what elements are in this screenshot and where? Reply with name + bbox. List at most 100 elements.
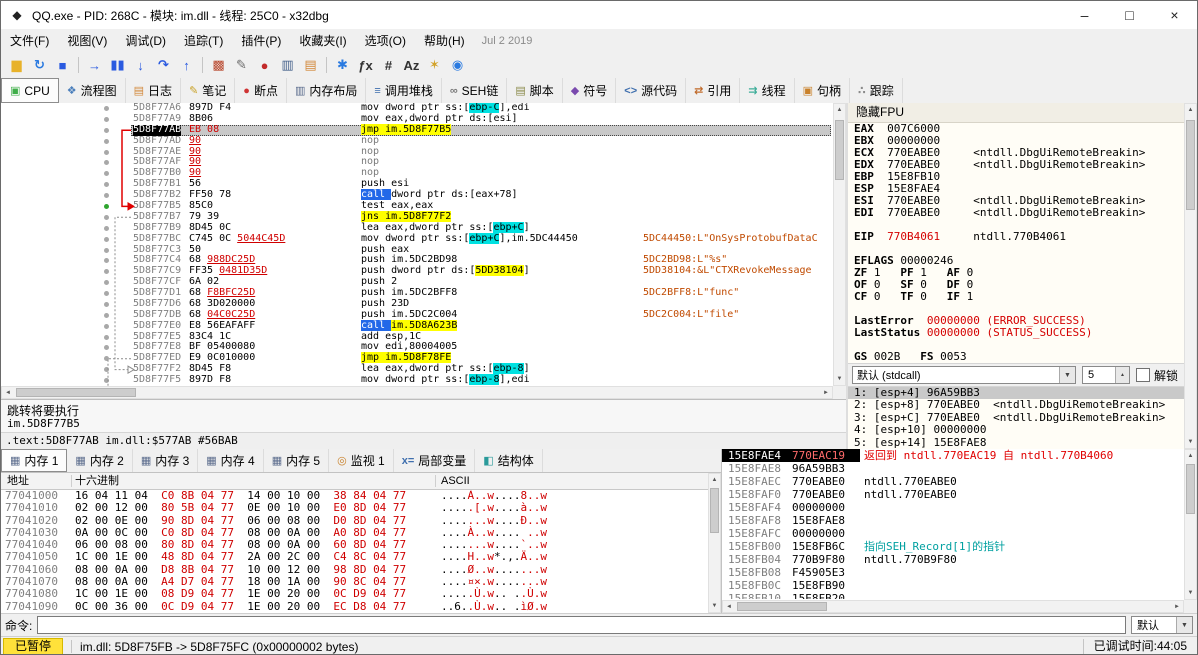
scroll-down-icon[interactable]: ▼	[1185, 587, 1196, 599]
breakpoint-dot[interactable]	[104, 160, 109, 166]
log-button[interactable]: ▤	[299, 54, 322, 76]
patches-button[interactable]: ▩	[207, 54, 230, 76]
menu-item-5[interactable]: 收藏夹(I)	[290, 32, 355, 49]
menu-item-3[interactable]: 追踪(T)	[175, 32, 232, 49]
breakpoint-dot[interactable]	[104, 269, 109, 275]
breakpoint-dot[interactable]	[104, 193, 109, 199]
disasm-row[interactable]: 5D8F77C9 FF35 0481D35D push dword ptr ds:[…	[1, 265, 833, 277]
breakpoint-dot[interactable]	[104, 312, 109, 318]
hash-button[interactable]: #	[377, 54, 400, 76]
scroll-up-icon[interactable]: ▲	[1185, 104, 1196, 116]
scroll-left-icon[interactable]: ◄	[2, 387, 14, 398]
breakpoint-dot[interactable]	[104, 182, 109, 188]
tab-handles[interactable]: ▣ 句柄	[795, 78, 851, 103]
breakpoint-dot[interactable]	[104, 356, 109, 362]
minimize-button[interactable]: –	[1062, 1, 1107, 29]
scroll-right-icon[interactable]: ►	[1171, 601, 1183, 612]
scroll-up-icon[interactable]: ▲	[1185, 450, 1196, 462]
close-button[interactable]: ×	[1152, 1, 1197, 29]
tab-seh-chain[interactable]: ∞ SEH链	[442, 78, 508, 103]
breakpoint-dot[interactable]	[104, 171, 109, 177]
run-button[interactable]: →	[83, 54, 106, 76]
calling-convention-select[interactable]: 默认 (stdcall) ▼	[852, 366, 1076, 384]
argument-row[interactable]: 2: [esp+8] 770EABE0 <ntdll.DbgUiRemoteBr…	[848, 398, 1184, 411]
comment-button[interactable]: ✎	[230, 54, 253, 76]
stack-row[interactable]: 15E8FAF8 15E8FAE8	[722, 514, 1184, 527]
breakpoint-dot[interactable]	[104, 291, 109, 297]
tab-struct[interactable]: ◧ 结构体	[475, 449, 543, 472]
breakpoint-dot[interactable]	[104, 334, 109, 340]
restart-button[interactable]: ↻	[28, 54, 51, 76]
tab-notes[interactable]: ✎ 笔记	[181, 78, 236, 103]
breakpoint-dot[interactable]	[104, 127, 109, 133]
disasm-row[interactable]: 5D8F77AF 90 nop	[1, 156, 833, 168]
step-into-button[interactable]: ↓	[129, 54, 152, 76]
scroll-thumb[interactable]	[737, 602, 827, 611]
breakpoint-dot[interactable]	[104, 203, 109, 209]
breakpoint-dot[interactable]	[104, 378, 109, 384]
disasm-row[interactable]: 5D8F77AE 90 nop	[1, 146, 833, 158]
breakpoint-button[interactable]: ●	[253, 54, 276, 76]
disasm-row[interactable]: 5D8F77F5 897D F8 mov dword ptr ss:[ebp-8],…	[1, 374, 833, 386]
stack-row[interactable]: 15E8FAF4 00000000	[722, 501, 1184, 514]
stack-row[interactable]: 15E8FAEC 770EABE0 ntdll.770EABE0	[722, 475, 1184, 488]
menu-item-2[interactable]: 调试(D)	[116, 32, 175, 49]
stop-button[interactable]: ■	[51, 54, 74, 76]
breakpoint-dot[interactable]	[104, 149, 109, 155]
tab-threads[interactable]: ⇉ 线程	[740, 78, 795, 103]
breakpoint-dot[interactable]	[104, 225, 109, 231]
breakpoint-dot[interactable]	[104, 116, 109, 122]
dump-vertical-scrollbar[interactable]: ▲ ▼	[708, 473, 721, 613]
tab-log[interactable]: ▤ 日志	[126, 78, 182, 103]
argument-row[interactable]: 5: [esp+14] 15E8FAE8	[848, 436, 1184, 449]
stack-row[interactable]: 15E8FAFC 00000000	[722, 527, 1184, 540]
stepper-up-icon[interactable]: ▲	[1116, 367, 1129, 383]
tab-locals[interactable]: x= 局部变量	[394, 449, 476, 472]
menu-item-6[interactable]: 选项(O)	[356, 32, 415, 49]
tab-watch-1[interactable]: ◎ 监视 1	[329, 449, 394, 472]
pause-button[interactable]: ▮▮	[106, 54, 129, 76]
tab-symbols[interactable]: ◆ 符号	[563, 78, 617, 103]
stack-row[interactable]: 15E8FB10 15E8FB20	[722, 592, 1184, 599]
scroll-up-icon[interactable]: ▲	[709, 474, 720, 486]
tab-references[interactable]: ⇄ 引用	[686, 78, 741, 103]
breakpoint-dot[interactable]	[104, 301, 109, 307]
stack-row[interactable]: 15E8FB0C 15E8FB90	[722, 579, 1184, 592]
tab-dump-5[interactable]: ▦ 内存 5	[264, 449, 330, 472]
register-line[interactable]: EIP 770B4061 ntdll.770B4061	[848, 231, 1184, 243]
scroll-left-icon[interactable]: ◄	[723, 601, 735, 612]
tab-cpu[interactable]: ▣ CPU	[1, 78, 59, 103]
disassembly-horizontal-scrollbar[interactable]: ◄ ►	[1, 386, 833, 399]
scroll-down-icon[interactable]: ▼	[1185, 436, 1196, 448]
breakpoint-dot[interactable]	[104, 323, 109, 329]
register-line[interactable]: GS 002B FS 0053	[848, 351, 1184, 363]
command-profile-select[interactable]: 默认 ▼	[1131, 616, 1193, 634]
breakpoint-dot[interactable]	[104, 138, 109, 144]
menu-item-1[interactable]: 视图(V)	[58, 32, 116, 49]
scroll-thumb[interactable]	[16, 388, 136, 397]
disasm-row[interactable]: 5D8F77B0 90 nop	[1, 167, 833, 179]
font-button[interactable]: Az	[400, 54, 423, 76]
breakpoint-dot[interactable]	[104, 106, 109, 111]
functions-button[interactable]: ƒx	[354, 54, 377, 76]
scroll-up-icon[interactable]: ▲	[834, 104, 845, 116]
scroll-down-icon[interactable]: ▼	[709, 600, 720, 612]
breakpoint-dot[interactable]	[104, 236, 109, 242]
help-button[interactable]: ◉	[446, 54, 469, 76]
tab-memory-map[interactable]: ▥ 内存布局	[287, 78, 367, 103]
scroll-down-icon[interactable]: ▼	[834, 373, 845, 385]
maximize-button[interactable]: □	[1107, 1, 1152, 29]
open-file-button[interactable]: ▆	[5, 54, 28, 76]
tab-graph[interactable]: ❖ 流程图	[59, 78, 126, 103]
tab-dump-2[interactable]: ▦ 内存 2	[67, 449, 133, 472]
step-over-button[interactable]: ↷	[152, 54, 175, 76]
scroll-thumb[interactable]	[1186, 464, 1195, 514]
scroll-thumb[interactable]	[710, 488, 719, 533]
stack-row[interactable]: 15E8FAF0 770EABE0 ntdll.770EABE0	[722, 488, 1184, 501]
menu-item-7[interactable]: 帮助(H)	[415, 32, 474, 49]
breakpoint-dot[interactable]	[104, 258, 109, 264]
breakpoint-dot[interactable]	[104, 367, 109, 373]
stack-row[interactable]: 15E8FB04 770B9F80 ntdll.770B9F80	[722, 553, 1184, 566]
menu-item-0[interactable]: 文件(F)	[1, 32, 58, 49]
disassembly-vertical-scrollbar[interactable]: ▲ ▼	[833, 103, 846, 386]
